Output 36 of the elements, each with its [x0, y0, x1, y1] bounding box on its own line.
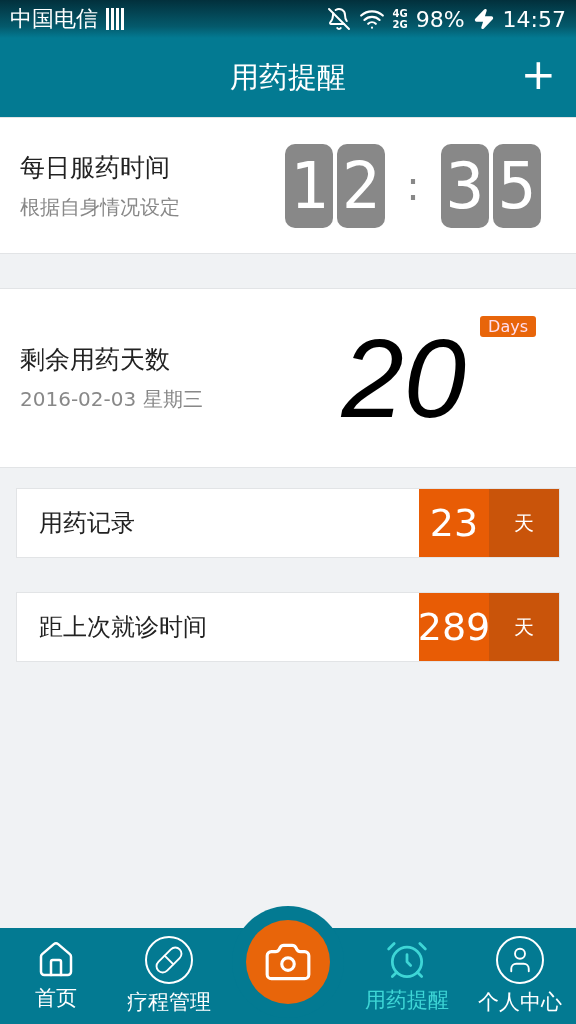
record-value: 23	[419, 489, 489, 557]
network-type: 2G	[392, 19, 408, 30]
section-subtitle: 根据自身情况设定	[20, 193, 181, 221]
battery-percent: 98%	[415, 6, 465, 32]
battery-charging-icon	[472, 8, 495, 30]
section-title: 剩余用药天数	[20, 344, 171, 376]
mute-icon	[326, 7, 351, 31]
camera-button[interactable]	[246, 920, 330, 1004]
section-title: 每日服药时间	[20, 151, 171, 184]
clock-digit[interactable]: 1	[285, 143, 333, 228]
clock-time: 14:57	[502, 6, 566, 32]
record-label: 距上次就诊时间	[38, 612, 208, 643]
nav-tab[interactable]: 个人中心	[469, 936, 570, 1016]
record-value: 289	[419, 593, 489, 661]
clock-digit[interactable]: 5	[493, 143, 541, 228]
record-row[interactable]: 距上次就诊时间 289 天	[16, 592, 560, 662]
record-unit: 天	[489, 593, 559, 661]
carrier-name: 中国电信	[10, 5, 98, 33]
date-text: 2016-02-03 星期三	[20, 386, 204, 413]
network-type: 4G	[392, 8, 408, 19]
user-icon	[495, 936, 544, 984]
add-button[interactable]: +	[514, 54, 562, 96]
record-unit: 天	[489, 489, 559, 557]
clock-separator: :	[405, 162, 421, 209]
page-title: 用药提醒	[230, 58, 346, 96]
clock-digit[interactable]: 2	[337, 143, 385, 228]
clock-digit[interactable]: 3	[441, 143, 489, 228]
nav-tab[interactable]: 用药提醒	[356, 938, 457, 1014]
pill-icon	[145, 936, 194, 984]
nav-tab[interactable]: 首页	[6, 940, 107, 1012]
signal-bars-icon	[106, 8, 124, 30]
days-badge: Days	[480, 315, 536, 337]
record-row[interactable]: 用药记录 23 天	[16, 488, 560, 558]
nav-tab[interactable]: 疗程管理	[119, 936, 220, 1016]
days-count: 20	[341, 315, 466, 441]
record-label: 用药记录	[38, 508, 136, 539]
